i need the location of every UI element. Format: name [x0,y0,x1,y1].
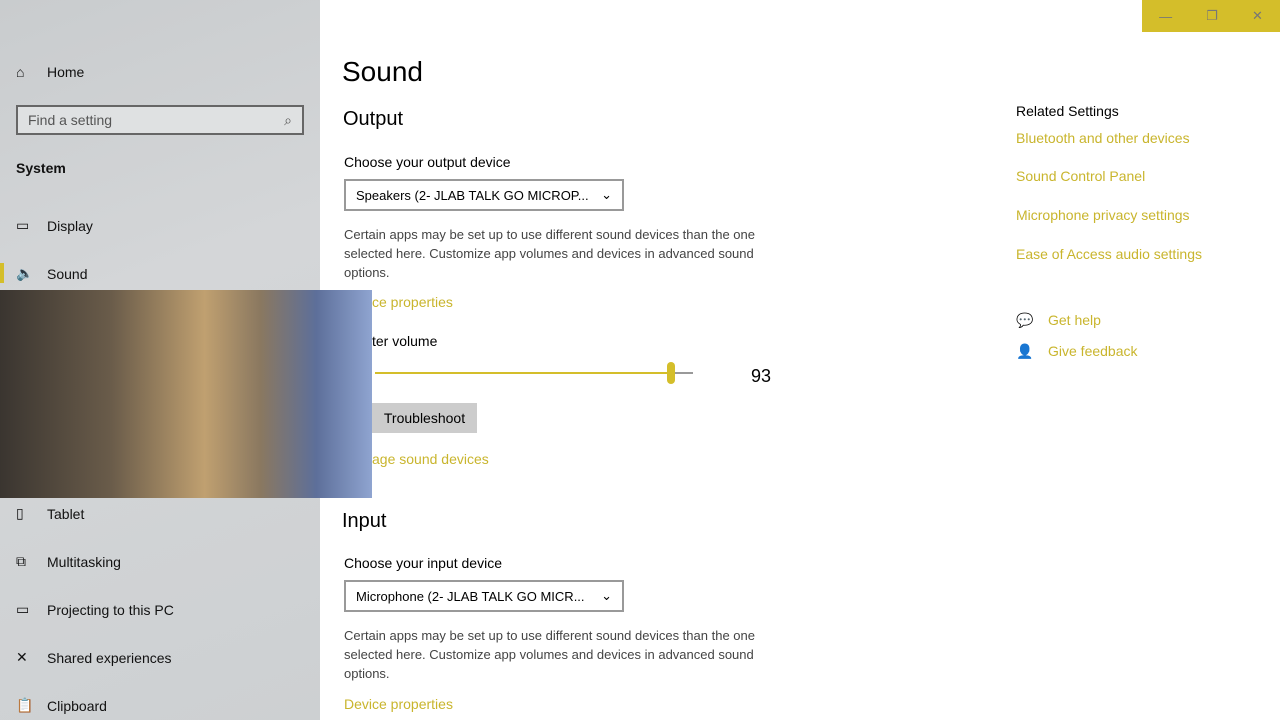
sidebar-item-label: Display [47,217,93,234]
page-title: Sound [342,56,423,87]
feedback-icon: 👤 [1016,343,1034,359]
give-feedback-link[interactable]: Give feedback [1048,343,1138,359]
monitor-icon: ▭ [16,217,30,233]
clipboard-icon: 📋 [16,697,34,713]
projector-icon: ▭ [16,601,30,617]
output-device-value: Speakers (2- JLAB TALK GO MICROP... [356,187,589,203]
sidebar-item-sound[interactable]: 🔈 Sound [16,265,87,282]
sidebar-item-label: Multitasking [47,553,121,570]
troubleshoot-button[interactable]: Troubleshoot [372,403,477,433]
search-input[interactable]: Find a setting ⌕ [16,105,304,135]
bluetooth-link[interactable]: Bluetooth and other devices [1016,130,1190,146]
shared-icon: ✕ [16,649,28,665]
master-volume-label: ter volume [372,333,438,349]
close-button[interactable]: ✕ [1252,8,1263,24]
input-device-properties-link[interactable]: Device properties [344,696,453,712]
sidebar-item-clipboard[interactable]: 📋 Clipboard [16,697,107,714]
help-icon: 💬 [1016,312,1034,328]
sidebar-item-label: Projecting to this PC [47,601,174,618]
sidebar-item-display[interactable]: ▭ Display [16,217,93,234]
chevron-down-icon: ⌄ [601,187,612,202]
input-heading: Input [342,510,387,532]
selected-indicator [0,263,4,283]
volume-fill [375,372,671,374]
sidebar-item-tablet[interactable]: ▯ Tablet [16,505,84,522]
output-device-label: Choose your output device [344,154,511,170]
sound-control-panel-link[interactable]: Sound Control Panel [1016,168,1145,184]
input-device-label: Choose your input device [344,555,502,571]
related-settings-heading: Related Settings [1016,103,1119,119]
input-device-value: Microphone (2- JLAB TALK GO MICR... [356,588,585,604]
restore-button[interactable]: ❐ [1206,8,1218,24]
sidebar-item-label: Shared experiences [47,649,172,666]
output-device-properties-link[interactable]: ce properties [372,294,453,310]
sidebar-item-shared[interactable]: ✕ Shared experiences [16,649,172,666]
sidebar-item-projecting[interactable]: ▭ Projecting to this PC [16,601,174,618]
output-description: Certain apps may be set up to use differ… [344,227,755,280]
manage-sound-devices-link[interactable]: age sound devices [372,451,489,467]
sidebar-item-label: Clipboard [47,697,107,714]
webcam-overlay [0,290,372,498]
search-placeholder: Find a setting [28,112,113,128]
sidebar-item-label: Tablet [47,505,85,522]
ease-of-access-audio-link[interactable]: Ease of Access audio settings [1016,246,1202,262]
sidebar-item-multitasking[interactable]: ⧉ Multitasking [16,553,121,570]
search-icon: ⌕ [284,111,292,128]
input-device-dropdown[interactable]: Microphone (2- JLAB TALK GO MICR... ⌄ [344,580,624,612]
sidebar-item-home[interactable]: ⌂ Home [16,64,84,80]
get-help-link[interactable]: Get help [1048,312,1101,328]
home-icon: ⌂ [16,64,25,80]
window-controls: — ❐ ✕ [1142,0,1280,32]
home-label: Home [47,64,85,80]
microphone-privacy-link[interactable]: Microphone privacy settings [1016,207,1190,223]
volume-value: 93 [751,366,772,386]
input-description: Certain apps may be set up to use differ… [344,628,755,681]
volume-thumb[interactable] [666,362,675,384]
multitasking-icon: ⧉ [16,553,26,569]
minimize-button[interactable]: — [1159,9,1172,24]
output-device-dropdown[interactable]: Speakers (2- JLAB TALK GO MICROP... ⌄ [344,179,624,211]
section-title: System [16,160,66,176]
output-heading: Output [343,108,404,130]
tablet-icon: ▯ [16,505,24,521]
speaker-icon: 🔈 [16,265,34,281]
volume-slider[interactable] [375,362,693,384]
chevron-down-icon: ⌄ [601,588,612,603]
sidebar-item-label: Sound [47,265,88,282]
